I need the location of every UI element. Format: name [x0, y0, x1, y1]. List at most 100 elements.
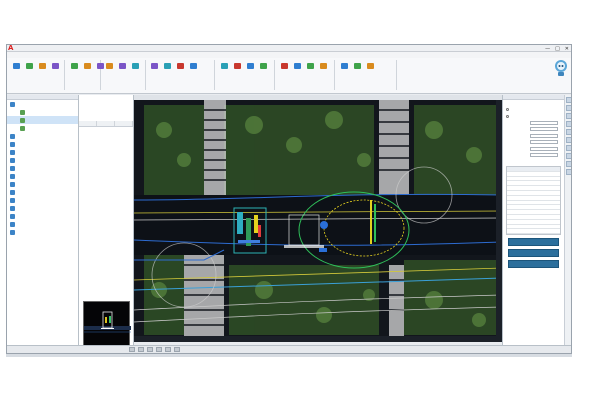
layer-tree-item[interactable] — [7, 220, 78, 228]
ribbon-tool-icon — [293, 63, 301, 69]
property-row[interactable] — [81, 100, 131, 104]
tab-properties-1[interactable] — [79, 121, 97, 126]
drawing-preview-thumbnail[interactable] — [83, 301, 131, 351]
layer-item-icon — [10, 189, 15, 195]
layer-tree-item[interactable] — [7, 116, 78, 124]
ribbon-button[interactable] — [232, 63, 242, 74]
ribbon-tool-icon — [12, 63, 20, 69]
parameter-dropdown[interactable] — [530, 153, 558, 158]
ribbon-button[interactable] — [339, 63, 349, 74]
layer-tree-item[interactable] — [7, 164, 78, 172]
cad-drawing-canvas[interactable] — [134, 100, 502, 342]
ribbon-button[interactable] — [162, 63, 172, 74]
ribbon-tool-icon — [25, 63, 33, 69]
ribbon-group — [277, 60, 335, 90]
snap-toggle-button[interactable] — [129, 347, 135, 352]
tool-strip-icon[interactable] — [566, 161, 571, 167]
parameter-dropdown[interactable] — [530, 146, 558, 151]
table-row[interactable] — [507, 229, 560, 235]
layer-item-icon — [10, 157, 15, 163]
ribbon-button[interactable] — [117, 63, 127, 74]
ribbon-button[interactable] — [175, 63, 185, 74]
layer-tree-item[interactable] — [7, 140, 78, 148]
ribbon-group — [67, 60, 104, 90]
tool-strip-icon[interactable] — [566, 105, 571, 111]
layer-tree-item[interactable] — [7, 228, 78, 236]
layer-tree-item[interactable] — [7, 212, 78, 220]
ribbon-button[interactable] — [245, 63, 255, 74]
tool-strip-icon[interactable] — [566, 137, 571, 143]
ribbon-button[interactable] — [365, 63, 375, 74]
layer-tree-item[interactable] — [7, 188, 78, 196]
ribbon-button[interactable] — [130, 63, 140, 74]
ribbon-button[interactable] — [305, 63, 315, 74]
ribbon-button[interactable] — [258, 63, 268, 74]
ribbon-button[interactable] — [11, 63, 21, 74]
ribbon-button[interactable] — [82, 63, 92, 74]
parameter-dropdown[interactable] — [530, 140, 558, 145]
cad-application-window: A — □ ✕ — [6, 44, 572, 354]
ribbon-button[interactable] — [352, 63, 362, 74]
ribbon-button[interactable] — [69, 63, 79, 74]
layer-tree-item[interactable] — [7, 108, 78, 116]
ribbon-group — [102, 60, 146, 90]
parameter-dropdown[interactable] — [530, 120, 558, 125]
ribbon-button[interactable] — [279, 63, 289, 74]
lineweight-toggle-button[interactable] — [174, 347, 180, 352]
ribbon-button[interactable] — [219, 63, 229, 74]
window-bottom-edge — [6, 354, 572, 357]
tab-properties-3[interactable] — [115, 121, 133, 126]
layer-tree-item[interactable] — [7, 172, 78, 180]
action-button[interactable] — [508, 238, 559, 247]
tool-strip-icon[interactable] — [566, 145, 571, 151]
layer-tree-item[interactable] — [7, 204, 78, 212]
parameter-settings-panel — [502, 95, 564, 345]
ribbon-button[interactable] — [188, 63, 198, 74]
ribbon-button[interactable] — [50, 63, 60, 74]
layer-tree-item[interactable] — [7, 100, 78, 108]
tool-strip-icon[interactable] — [566, 113, 571, 119]
action-button[interactable] — [508, 260, 559, 269]
tool-strip-icon[interactable] — [566, 129, 571, 135]
status-toggles — [129, 347, 180, 352]
tool-strip-icon[interactable] — [566, 153, 571, 159]
action-button[interactable] — [508, 249, 559, 258]
app-logo-icon[interactable]: A — [8, 45, 15, 52]
ribbon-button[interactable] — [104, 63, 114, 74]
tab-properties-2[interactable] — [97, 121, 115, 126]
ortho-toggle-button[interactable] — [147, 347, 153, 352]
ribbon-tool-icon — [353, 63, 361, 69]
ribbon-button[interactable] — [37, 63, 47, 74]
layer-item-icon — [10, 133, 15, 139]
radio-button[interactable] — [506, 108, 509, 112]
assistant-robot-icon[interactable] — [553, 58, 569, 78]
layer-tree-item[interactable] — [7, 148, 78, 156]
tool-strip-icon[interactable] — [566, 121, 571, 127]
ribbon-button[interactable] — [292, 63, 302, 74]
polar-toggle-button[interactable] — [156, 347, 162, 352]
property-row[interactable] — [81, 174, 131, 178]
parameter-dropdown[interactable] — [530, 127, 558, 132]
tool-strip-icon[interactable] — [566, 169, 571, 175]
layer-tree-item[interactable] — [7, 124, 78, 132]
tool-strip-icon[interactable] — [566, 97, 571, 103]
layer-tree-item[interactable] — [7, 196, 78, 204]
ribbon-tool-icon — [220, 63, 228, 69]
grid-toggle-button[interactable] — [138, 347, 144, 352]
parameter-dropdown[interactable] — [530, 133, 558, 138]
layer-tree-item[interactable] — [7, 156, 78, 164]
ribbon-button[interactable] — [318, 63, 328, 74]
layer-tree-item[interactable] — [7, 132, 78, 140]
ribbon-tool-icon — [366, 63, 374, 69]
ribbon-group — [9, 60, 65, 90]
road-plan-drawing — [134, 100, 502, 342]
ribbon-button[interactable] — [24, 63, 34, 74]
ribbon-tool-icon — [70, 63, 78, 69]
ribbon-button[interactable] — [149, 63, 159, 74]
radio-button[interactable] — [506, 114, 509, 118]
ribbon-tool-icon — [259, 63, 267, 69]
layer-item-icon — [10, 205, 15, 211]
osnap-toggle-button[interactable] — [165, 347, 171, 352]
layer-tree-item[interactable] — [7, 180, 78, 188]
layer-item-icon — [10, 229, 15, 235]
